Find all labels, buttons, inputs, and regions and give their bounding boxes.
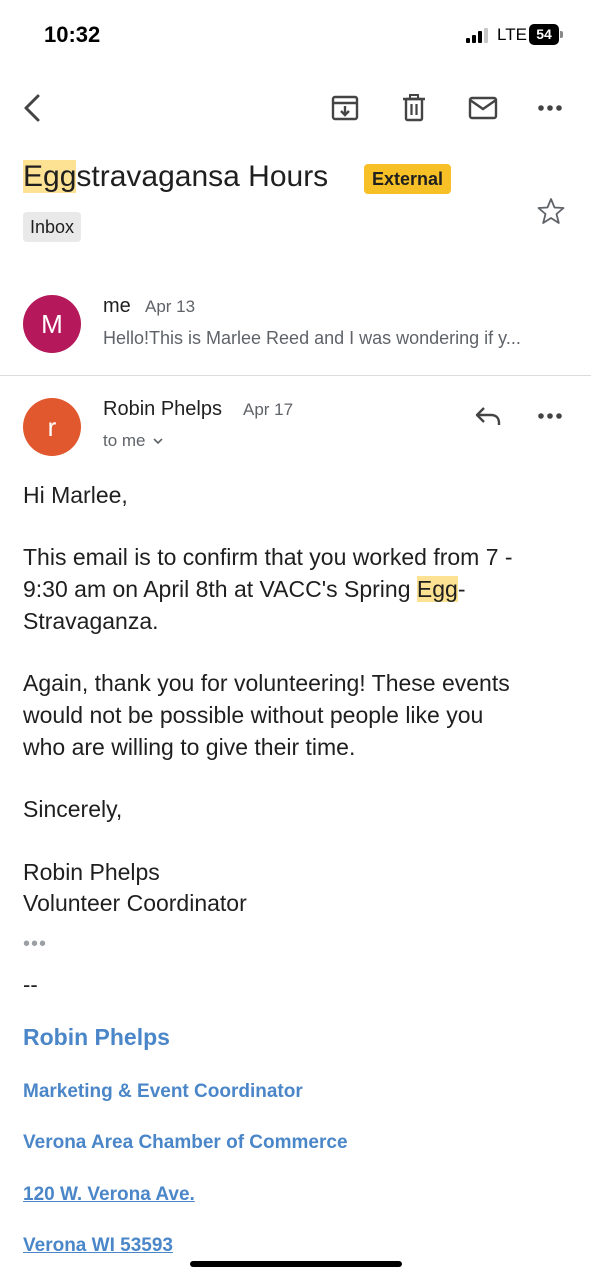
body-closing: Sincerely, xyxy=(23,796,123,822)
network-type: LTE xyxy=(497,25,527,44)
subject-search-highlight: Egg xyxy=(23,160,77,193)
chevron-left-icon xyxy=(24,94,40,122)
message-divider xyxy=(0,375,591,376)
body-sign-title: Volunteer Coordinator xyxy=(23,890,247,916)
message-date: Apr 17 xyxy=(243,400,294,419)
back-button[interactable] xyxy=(12,88,52,128)
battery-icon: 54 xyxy=(529,24,565,45)
body-line: Again, thank you for volunteering! These… xyxy=(23,670,510,696)
body-sign-name: Robin Phelps xyxy=(23,859,160,885)
signature-city-link[interactable]: Verona WI 53593 xyxy=(23,1235,173,1257)
home-indicator[interactable] xyxy=(190,1261,402,1267)
body-line: 9:30 am on April 8th at VACC's Spring Eg… xyxy=(23,576,466,602)
avatar: r xyxy=(23,398,81,456)
body-greeting: Hi Marlee, xyxy=(23,482,128,508)
message-snippet[interactable]: Hello!This is Marlee Reed and I was wond… xyxy=(103,328,563,349)
recipient-details-toggle[interactable]: to me xyxy=(103,431,164,451)
archive-icon xyxy=(331,95,359,121)
label-chip-inbox[interactable]: Inbox xyxy=(23,212,82,242)
signature-title: Marketing & Event Coordinator xyxy=(23,1081,303,1102)
signature-name: Robin Phelps xyxy=(23,1024,170,1050)
more-options-button[interactable] xyxy=(530,88,570,128)
message-date: Apr 13 xyxy=(145,297,196,316)
battery-level: 54 xyxy=(529,24,559,45)
show-trimmed-content-button[interactable]: ••• xyxy=(23,933,47,956)
mark-unread-button[interactable] xyxy=(463,88,503,128)
message-sender[interactable]: me xyxy=(103,295,131,318)
signature-org: Verona Area Chamber of Commerce xyxy=(23,1132,348,1153)
recipient-text: to me xyxy=(103,431,146,450)
reply-button[interactable] xyxy=(468,396,508,436)
signal-strength-icon xyxy=(466,28,488,43)
avatar: M xyxy=(23,295,81,353)
message-more-button[interactable] xyxy=(530,396,570,436)
trash-icon xyxy=(403,94,425,122)
external-badge: External xyxy=(364,164,452,194)
status-time: 10:32 xyxy=(44,22,101,47)
email-subject: Eggstravagansa Hours xyxy=(23,160,328,194)
more-horizontal-icon xyxy=(538,413,562,419)
body-search-highlight: Egg xyxy=(416,576,458,602)
mail-icon xyxy=(468,96,498,120)
signature-address-link[interactable]: 120 W. Verona Ave. xyxy=(23,1184,195,1206)
signature-separator: -- xyxy=(23,972,38,997)
chevron-down-icon xyxy=(152,438,163,445)
delete-button[interactable] xyxy=(394,88,434,128)
body-line: This email is to confirm that you worked… xyxy=(23,544,513,570)
body-line: would not be possible without people lik… xyxy=(23,702,484,728)
subject-text: stravagansa Hours xyxy=(76,160,329,193)
body-line: Stravaganza. xyxy=(23,608,159,634)
more-horizontal-icon xyxy=(538,105,562,111)
message-sender[interactable]: Robin Phelps xyxy=(103,398,222,421)
body-line: who are willing to give their time. xyxy=(23,734,356,760)
archive-button[interactable] xyxy=(325,88,365,128)
star-icon[interactable] xyxy=(536,196,566,226)
reply-icon xyxy=(475,407,501,425)
